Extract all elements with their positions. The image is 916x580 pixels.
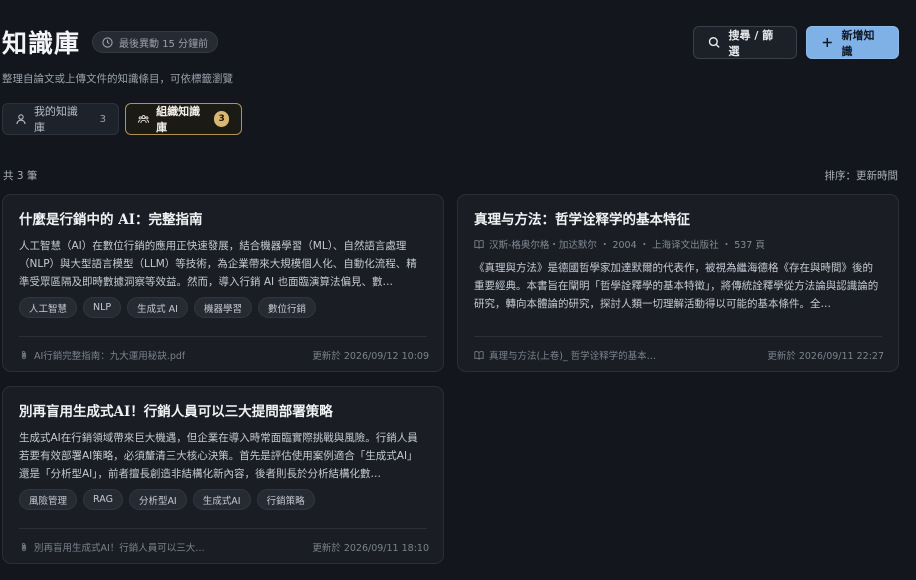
page-subtitle: 整理自論文或上傳文件的知識條目，可依標籤瀏覽 (2, 73, 233, 85)
knowledge-tabs: 我的知識庫 3 組織知識庫 3 (2, 103, 242, 135)
paperclip-icon (21, 350, 27, 360)
card-footer: 別再盲用生成式AI！行銷人員可以三大… 更新於 2026/09/11 18:10 (19, 540, 429, 554)
updated-time: 更新於 2026/09/12 10:09 (312, 351, 429, 362)
search-filter-button[interactable]: 搜尋 / 篩選 (693, 26, 797, 59)
tag[interactable]: 行銷策略 (256, 489, 315, 510)
tag[interactable]: NLP (83, 297, 122, 318)
book-icon (474, 351, 484, 360)
attached-file[interactable]: 別再盲用生成式AI！行銷人員可以三大… (19, 540, 205, 554)
card-description: 《真理與方法》是德國哲學家加達默爾的代表作，被視為繼海德格《存在與時間》後的重要… (474, 262, 879, 310)
knowledge-card[interactable]: 別再盲用生成式AI！行銷人員可以三大提問部署策略 生成式AI在行銷領域帶來巨大機… (2, 386, 444, 564)
card-divider (474, 336, 882, 337)
tag[interactable]: 機器學習 (193, 297, 252, 318)
last-updated-text: 最後異動 15 分鐘前 (119, 38, 209, 50)
card-footer: 真理与方法(上卷)_ 哲学诠释学的基本… 更新於 2026/09/11 22:2… (474, 348, 884, 362)
attached-file[interactable]: AI行銷完整指南：九大運用秘訣.pdf (19, 348, 185, 362)
header-actions: 搜尋 / 篩選 新增知識 (693, 26, 899, 59)
file-name: 真理与方法(上卷)_ 哲学诠释学的基本… (489, 351, 657, 362)
paperclip-icon (21, 542, 27, 552)
file-name: 別再盲用生成式AI！行銷人員可以三大… (34, 543, 205, 554)
last-updated-badge: 最後異動 15 分鐘前 (92, 31, 219, 53)
clock-icon (102, 36, 113, 48)
card-description: 人工智慧（AI）在數位行銷的應用正快速發展，結合機器學習（ML）、自然語言處理（… (19, 240, 417, 288)
tag[interactable]: 生成式 AI (127, 297, 188, 318)
card-description: 生成式AI在行銷領域帶來巨大機遇，但企業在導入時常面臨實際挑戰與風險。行銷人員若… (19, 432, 418, 480)
book-metadata: 汉斯-格奥尔格・加达默尔 ・ 2004 ・ 上海译文出版社 ・ 537 頁 (474, 237, 882, 251)
card-divider (19, 336, 427, 337)
tag[interactable]: 生成式AI (192, 489, 251, 510)
tag[interactable]: 風險管理 (19, 489, 78, 510)
attached-file[interactable]: 真理与方法(上卷)_ 哲学诠释学的基本… (474, 348, 656, 362)
add-knowledge-button[interactable]: 新增知識 (806, 26, 899, 59)
page-title: 知識庫 (2, 29, 81, 58)
updated-time: 更新於 2026/09/11 22:27 (767, 351, 884, 362)
knowledge-card[interactable]: 什麼是行銷中的 AI：完整指南 人工智慧（AI）在數位行銷的應用正快速發展，結合… (2, 194, 444, 372)
user-icon (16, 114, 26, 125)
tag-list: 人工智慧 NLP 生成式 AI 機器學習 數位行銷 (19, 297, 427, 318)
tab-organization-knowledge-base[interactable]: 組織知識庫 3 (125, 103, 242, 135)
sort-selector[interactable]: 排序：更新時間 (825, 168, 899, 183)
card-title: 什麼是行銷中的 AI：完整指南 (19, 212, 203, 228)
card-title: 真理与方法：哲学诠释学的基本特征 (474, 212, 690, 228)
tag-list: 風險管理 RAG 分析型AI 生成式AI 行銷策略 (19, 489, 427, 510)
book-icon (474, 240, 484, 249)
card-footer: AI行銷完整指南：九大運用秘訣.pdf 更新於 2026/09/12 10:09 (19, 348, 429, 362)
result-count: 共 3 筆 (3, 170, 38, 182)
updated-time: 更新於 2026/09/11 18:10 (312, 543, 429, 554)
card-title: 別再盲用生成式AI！行銷人員可以三大提問部署策略 (19, 404, 333, 420)
tab-count-badge: 3 (214, 111, 229, 127)
tag[interactable]: 分析型AI (128, 489, 187, 510)
search-icon (708, 37, 720, 48)
group-icon (138, 115, 150, 124)
tab-count: 3 (99, 113, 106, 125)
file-name: AI行銷完整指南：九大運用秘訣.pdf (34, 351, 186, 362)
search-filter-label: 搜尋 / 篩選 (728, 28, 774, 58)
tab-my-knowledge-base[interactable]: 我的知識庫 3 (2, 103, 119, 135)
plus-icon (822, 38, 832, 47)
tag[interactable]: 數位行銷 (258, 297, 317, 318)
tag[interactable]: RAG (83, 489, 123, 510)
tag[interactable]: 人工智慧 (19, 297, 78, 318)
knowledge-base-page: 知識庫 最後異動 15 分鐘前 整理自論文或上傳文件的知識條目，可依標籤瀏覽 搜… (0, 0, 916, 580)
card-divider (19, 528, 427, 529)
page-header: 知識庫 最後異動 15 分鐘前 (2, 24, 219, 60)
book-meta-text: 汉斯-格奥尔格・加达默尔 ・ 2004 ・ 上海译文出版社 ・ 537 頁 (489, 240, 765, 251)
knowledge-card[interactable]: 真理与方法：哲学诠释学的基本特征 汉斯-格奥尔格・加达默尔 ・ 2004 ・ 上… (457, 194, 899, 372)
tab-label: 我的知識庫 (33, 105, 78, 134)
add-knowledge-label: 新增知識 (841, 28, 875, 58)
tab-label: 組織知識庫 (156, 105, 201, 134)
